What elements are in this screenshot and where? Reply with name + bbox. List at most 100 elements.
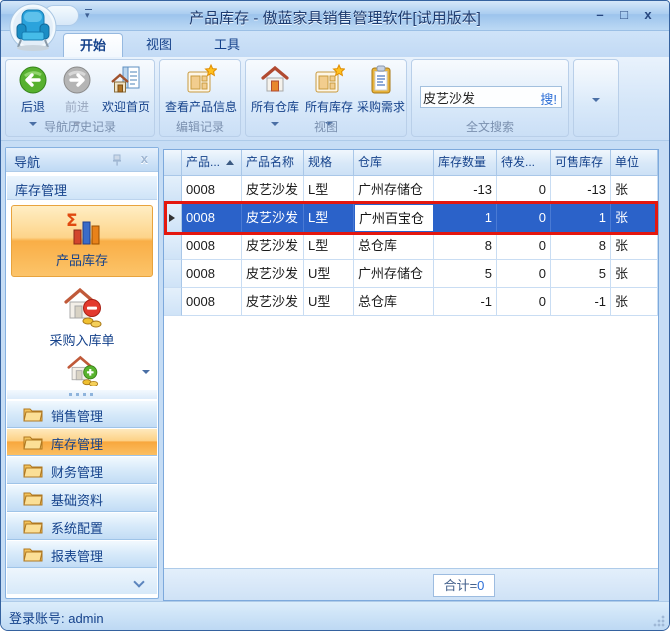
- column-header-product-code[interactable]: 产品...: [182, 150, 242, 176]
- inventory-table: 产品... 产品名称 规格 仓库 库存数量 待发... 可售库存 单位 0008…: [163, 149, 659, 601]
- sidebar-item-label: 产品库存: [12, 250, 152, 269]
- group-label-fulltext-search: 全文搜索: [412, 118, 568, 135]
- column-header-unit[interactable]: 单位: [611, 150, 658, 176]
- more-dropdown-icon[interactable]: [592, 98, 600, 102]
- minimize-button[interactable]: –: [589, 6, 611, 24]
- nav-item-dropdown-icon[interactable]: [142, 370, 150, 374]
- table-row[interactable]: 0008 皮艺沙发 U型 广州存储仓 5 0 5 张: [164, 260, 658, 288]
- ribbon-tab-row: 开始 视图 工具: [1, 31, 669, 57]
- column-header-product-name[interactable]: 产品名称: [242, 150, 304, 176]
- table-footer-bar: 合计=0: [164, 568, 658, 600]
- resize-grip[interactable]: [653, 615, 665, 627]
- sidebar-item-house-plus[interactable]: [11, 352, 153, 388]
- total-label: 合计=: [444, 578, 478, 593]
- group-label-nav-history: 导航历史记录: [6, 118, 154, 135]
- pin-icon[interactable]: [110, 153, 124, 167]
- tab-tools[interactable]: 工具: [197, 33, 257, 57]
- folder-icon: [23, 546, 43, 562]
- folder-icon: [23, 518, 43, 534]
- clipboard-icon: [365, 64, 397, 96]
- search-box: 搜!: [420, 86, 562, 108]
- back-button[interactable]: 后退: [12, 62, 54, 122]
- sidebar-group-basic-data[interactable]: 基础资料: [7, 484, 157, 512]
- column-header-warehouse[interactable]: 仓库: [354, 150, 434, 176]
- column-header-sellable[interactable]: 可售库存: [551, 150, 611, 176]
- nav-caption-bar: 导航 x: [6, 148, 158, 172]
- login-account-text: 登录账号: admin: [9, 608, 104, 627]
- folder-icon: [23, 490, 43, 506]
- home-page-icon: [110, 64, 142, 96]
- app-logo-chair-icon[interactable]: [7, 2, 59, 54]
- purchase-demand-button[interactable]: 采购需求: [354, 62, 408, 122]
- sidebar-item-product-inventory[interactable]: Σ 产品库存: [11, 205, 153, 277]
- ribbon-group-fulltext-search: 搜! 全文搜索: [411, 59, 569, 137]
- qat-customize-arrow-icon[interactable]: ▾: [85, 9, 92, 20]
- all-warehouses-button[interactable]: 所有仓库: [248, 62, 302, 122]
- ribbon: 后退 前进: [1, 57, 669, 141]
- group-label-edit-records: 编辑记录: [160, 118, 240, 135]
- navigation-pane: 导航 x 库存管理 Σ 产品库存: [5, 147, 159, 599]
- chart-sigma-icon: Σ: [62, 210, 102, 248]
- folder-icon: [23, 434, 43, 450]
- row-header: [164, 288, 182, 316]
- back-arrow-icon: [17, 64, 49, 96]
- ribbon-group-more: [573, 59, 619, 137]
- status-bar: 登录账号: admin: [1, 601, 669, 631]
- sidebar-group-inventory[interactable]: 库存管理: [7, 428, 157, 456]
- ribbon-group-nav-history: 后退 前进: [5, 59, 155, 137]
- row-header: [164, 204, 182, 232]
- section-header-inventory[interactable]: 库存管理: [7, 176, 157, 200]
- total-value: 0: [477, 578, 484, 593]
- nav-close-icon[interactable]: x: [141, 151, 148, 166]
- window-title: 产品库存 - 傲蓝家具销售管理软件[试用版本]: [121, 7, 549, 28]
- row-header: [164, 176, 182, 204]
- sort-ascending-icon: [226, 160, 234, 165]
- row-header: [164, 232, 182, 260]
- column-header-spec[interactable]: 规格: [304, 150, 354, 176]
- tab-start[interactable]: 开始: [63, 33, 123, 57]
- folder-icon: [23, 462, 43, 478]
- warehouse-house-icon: [259, 64, 291, 96]
- nav-caption-title: 导航: [14, 152, 40, 171]
- sidebar-group-sales[interactable]: 销售管理: [7, 400, 157, 428]
- table-corner-header: [164, 150, 182, 176]
- forward-arrow-icon: [61, 64, 93, 96]
- search-input[interactable]: [423, 87, 531, 107]
- sidebar-item-purchase-inbound[interactable]: 采购入库单: [11, 282, 153, 350]
- house-minus-coins-icon: [59, 282, 105, 328]
- tab-view[interactable]: 视图: [129, 33, 189, 57]
- close-button[interactable]: x: [637, 6, 659, 24]
- svg-text:Σ: Σ: [66, 211, 78, 231]
- total-summary: 合计=0: [433, 574, 495, 597]
- nav-splitter-handle[interactable]: [7, 390, 157, 399]
- welcome-home-button[interactable]: 欢迎首页: [98, 62, 154, 122]
- focused-cell[interactable]: 广州百宝仓: [354, 204, 434, 232]
- sidebar-group-system-config[interactable]: 系统配置: [7, 512, 157, 540]
- sidebar-group-reports[interactable]: 报表管理: [7, 540, 157, 568]
- current-row-pointer-icon: [169, 214, 175, 222]
- app-window: ▾ 产品库存 - 傲蓝家具销售管理软件[试用版本] – □ x 开始 视图 工具: [0, 0, 670, 631]
- search-go-button[interactable]: 搜!: [540, 89, 557, 108]
- view-product-info-button[interactable]: 查看产品信息: [162, 62, 240, 122]
- chevron-down-icon[interactable]: [133, 576, 144, 587]
- table-row-selected[interactable]: 0008 皮艺沙发 L型 广州百宝仓 1 0 1 张: [164, 204, 658, 232]
- forward-button[interactable]: 前进: [56, 62, 98, 122]
- ribbon-group-views: 所有仓库 所有库存: [245, 59, 407, 137]
- maximize-button[interactable]: □: [613, 6, 635, 24]
- sidebar-footer-bar: [7, 568, 157, 594]
- product-info-icon: [185, 64, 217, 96]
- table-row[interactable]: 0008 皮艺沙发 U型 总仓库 -1 0 -1 张: [164, 288, 658, 316]
- sidebar-group-finance[interactable]: 财务管理: [7, 456, 157, 484]
- all-inventory-button[interactable]: 所有库存: [302, 62, 356, 122]
- folder-icon: [23, 406, 43, 422]
- table-row[interactable]: 0008 皮艺沙发 L型 广州存储仓 -13 0 -13 张: [164, 176, 658, 204]
- sidebar-item-label: 采购入库单: [11, 330, 153, 349]
- row-header: [164, 260, 182, 288]
- house-plus-coins-icon: [63, 352, 101, 388]
- column-header-stock-qty[interactable]: 库存数量: [434, 150, 497, 176]
- column-header-pending[interactable]: 待发...: [497, 150, 551, 176]
- title-bar: ▾ 产品库存 - 傲蓝家具销售管理软件[试用版本] – □ x: [1, 1, 669, 31]
- ribbon-group-edit-records: 查看产品信息 编辑记录: [159, 59, 241, 137]
- table-row[interactable]: 0008 皮艺沙发 L型 总仓库 8 0 8 张: [164, 232, 658, 260]
- group-label-views: 视图: [246, 118, 406, 135]
